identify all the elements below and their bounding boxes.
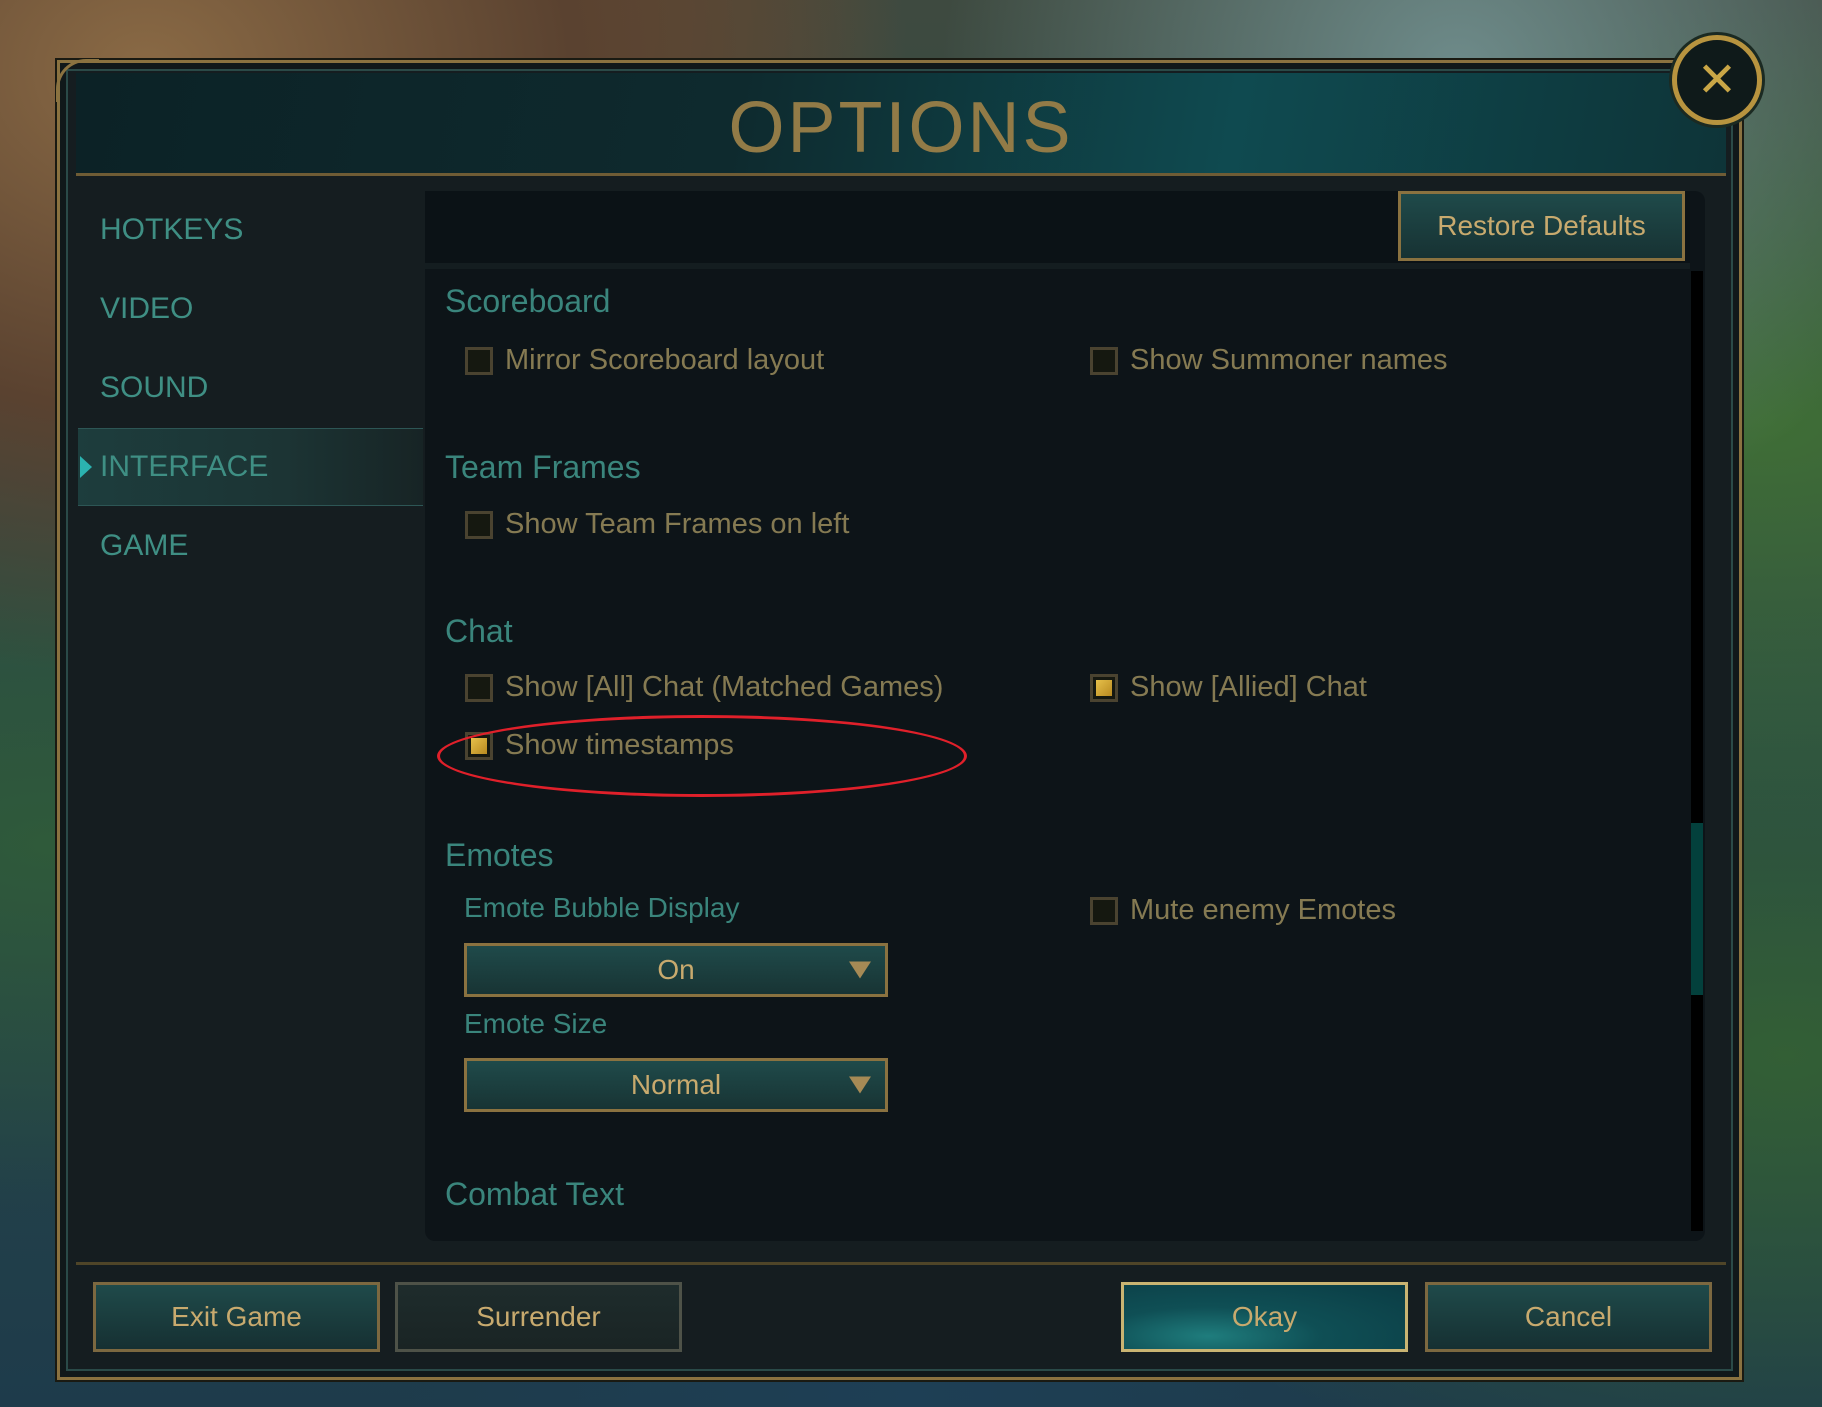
sidebar-item-video[interactable]: VIDEO (78, 270, 423, 348)
checkbox-checked-icon (465, 731, 493, 760)
sidebar-item-label: VIDEO (100, 292, 194, 325)
checkbox-show-all-chat[interactable]: Show [All] Chat (Matched Games) (465, 671, 943, 704)
exit-game-button[interactable]: Exit Game (93, 1282, 380, 1352)
sidebar-item-sound[interactable]: SOUND (78, 349, 423, 427)
checkbox-team-frames-left[interactable]: Show Team Frames on left (465, 508, 849, 541)
options-dialog: OPTIONS HOTKEYS VIDEO SOUND INTERFACE GA… (56, 59, 1742, 1380)
sidebar-item-interface[interactable]: INTERFACE (78, 428, 423, 506)
checkbox-label: Show [All] Chat (Matched Games) (505, 671, 944, 703)
surrender-button[interactable]: Surrender (395, 1282, 682, 1352)
section-title-emotes: Emotes (445, 837, 554, 873)
close-icon: ✕ (1696, 52, 1738, 108)
checkbox-show-allied-chat[interactable]: Show [Allied] Chat (1090, 671, 1367, 704)
close-button[interactable]: ✕ (1672, 35, 1762, 125)
checkbox-unchecked-icon (465, 673, 493, 702)
chevron-down-icon (849, 1076, 871, 1094)
sidebar-item-label: GAME (100, 529, 189, 562)
emote-size-dropdown[interactable]: Normal (464, 1058, 888, 1112)
emote-size-label: Emote Size (464, 1008, 608, 1039)
checkbox-label: Show timestamps (505, 729, 734, 761)
checkbox-label: Mute enemy Emotes (1130, 894, 1396, 926)
scrollbar-thumb[interactable] (1691, 823, 1703, 995)
emote-bubble-display-label: Emote Bubble Display (464, 892, 740, 923)
settings-panel: Restore Defaults Scoreboard Mirror Score… (425, 191, 1705, 1241)
checkbox-checked-icon (1090, 673, 1118, 702)
section-title-team-frames: Team Frames (445, 449, 641, 485)
dropdown-value: Normal (630, 1069, 722, 1100)
section-title-scoreboard: Scoreboard (445, 283, 611, 319)
dialog-title: OPTIONS (728, 88, 1074, 168)
scrollbar-track[interactable] (1691, 271, 1703, 1231)
section-title-chat: Chat (445, 613, 513, 649)
emote-bubble-display-dropdown[interactable]: On (464, 943, 888, 997)
active-indicator-icon (80, 456, 92, 478)
okay-button[interactable]: Okay (1121, 1282, 1408, 1352)
checkbox-unchecked-icon (465, 510, 493, 539)
checkbox-unchecked-icon (1090, 896, 1118, 925)
checkbox-show-timestamps[interactable]: Show timestamps (465, 729, 734, 762)
sidebar-item-label: HOTKEYS (100, 213, 244, 246)
restore-defaults-button[interactable]: Restore Defaults (1398, 191, 1685, 261)
checkbox-mute-enemy-emotes[interactable]: Mute enemy Emotes (1090, 894, 1396, 927)
sidebar-item-hotkeys[interactable]: HOTKEYS (78, 191, 423, 269)
checkbox-unchecked-icon (1090, 346, 1118, 375)
checkbox-unchecked-icon (465, 346, 493, 375)
checkbox-label: Show Team Frames on left (505, 508, 850, 540)
checkbox-label: Show [Allied] Chat (1130, 671, 1367, 703)
cancel-button[interactable]: Cancel (1425, 1282, 1712, 1352)
checkbox-show-summoner-names[interactable]: Show Summoner names (1090, 344, 1448, 377)
checkbox-mirror-scoreboard[interactable]: Mirror Scoreboard layout (465, 344, 824, 377)
dropdown-value: On (657, 954, 695, 985)
checkbox-label: Mirror Scoreboard layout (505, 344, 825, 376)
footer-divider (76, 1262, 1726, 1265)
sidebar-item-label: SOUND (100, 371, 209, 404)
checkbox-label: Show Summoner names (1130, 344, 1448, 376)
sidebar-item-game[interactable]: GAME (78, 507, 423, 585)
chevron-down-icon (849, 961, 871, 979)
sidebar-item-label: INTERFACE (100, 450, 269, 483)
dialog-header: OPTIONS (76, 73, 1726, 176)
section-title-combat-text: Combat Text (445, 1176, 625, 1212)
